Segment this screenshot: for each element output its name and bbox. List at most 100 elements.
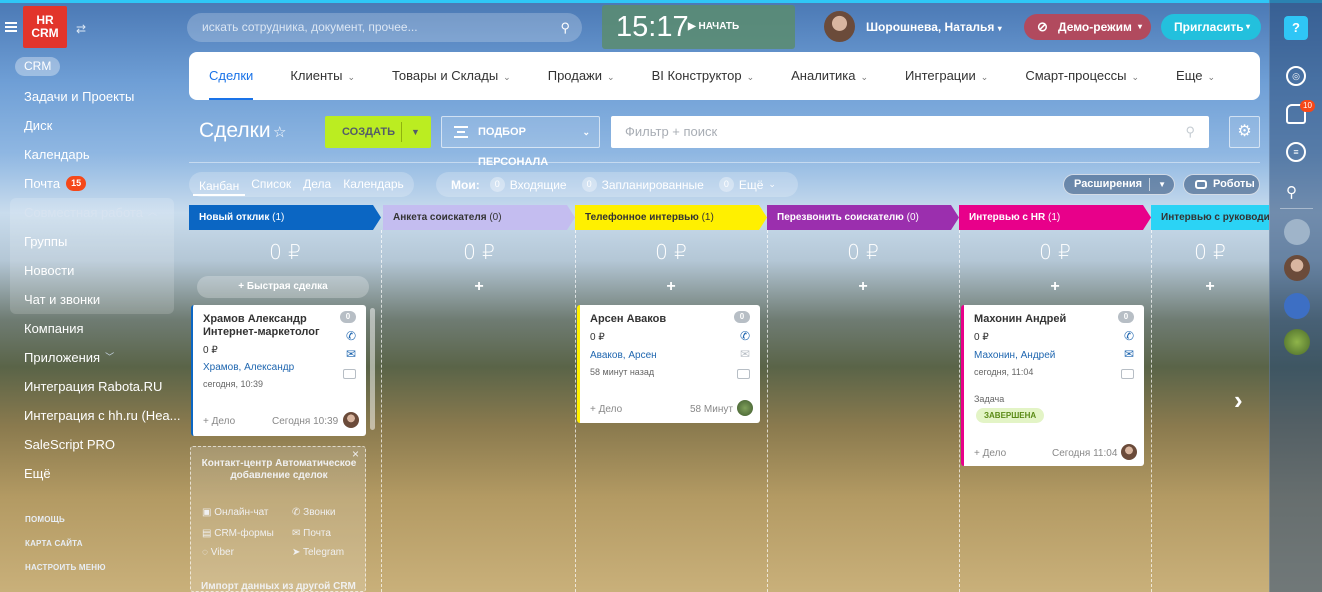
chat-icon[interactable] bbox=[737, 369, 750, 379]
tab-list[interactable]: Список bbox=[245, 172, 297, 197]
nav-bi[interactable]: BI Конструктор ⌄ bbox=[652, 52, 755, 100]
user-name[interactable]: Шорошнева, Наталья ▾ bbox=[866, 20, 1002, 34]
nav-clients[interactable]: Клиенты ⌄ bbox=[290, 52, 355, 100]
option-online-chat[interactable]: ▣ Онлайн-чат bbox=[202, 507, 269, 518]
responsible-avatar[interactable] bbox=[1121, 444, 1137, 460]
column-header[interactable]: Новый отклик (1) bbox=[189, 205, 381, 230]
tab-activities[interactable]: Дела bbox=[297, 172, 337, 197]
search-icon[interactable]: ⚲ bbox=[1185, 116, 1195, 148]
tab-calendar[interactable]: Календарь bbox=[337, 172, 410, 197]
sidebar-item-apps[interactable]: Приложения ﹀ bbox=[0, 343, 186, 372]
swap-icon[interactable]: ⇄ bbox=[76, 22, 86, 36]
mail-icon[interactable]: ✉ bbox=[740, 347, 750, 361]
contact-avatar-1[interactable] bbox=[1284, 219, 1310, 245]
import-link[interactable]: Импорт данных из другой CRM bbox=[201, 581, 356, 592]
sidebar-item-more[interactable]: Ещё bbox=[0, 459, 186, 488]
deal-card[interactable]: Храмов Александр Интернет-маркетолог 0 ✆… bbox=[191, 305, 366, 436]
nav-goods[interactable]: Товары и Склады ⌄ bbox=[392, 52, 511, 100]
column-header[interactable]: Интервью с руководи bbox=[1151, 205, 1269, 230]
nav-integrations[interactable]: Интеграции ⌄ bbox=[905, 52, 988, 100]
sidebar-item-news[interactable]: Новости bbox=[10, 256, 174, 285]
sidebar-item-tasks[interactable]: Задачи и Проекты bbox=[0, 82, 186, 111]
add-deal-plus-icon[interactable]: + bbox=[1151, 278, 1269, 296]
responsible-avatar[interactable] bbox=[343, 412, 359, 428]
option-crm-forms[interactable]: ▤ CRM-формы bbox=[202, 528, 274, 539]
chat-icon[interactable] bbox=[343, 369, 356, 379]
settings-gear-icon[interactable]: ⚙ bbox=[1229, 116, 1260, 148]
add-deal-plus-icon[interactable]: + bbox=[575, 278, 767, 296]
deal-card[interactable]: Махонин Андрей 0 ✆ ✉ 0 ₽ Махонин, Андрей… bbox=[961, 305, 1144, 466]
option-viber[interactable]: ◌ Viber bbox=[202, 547, 234, 558]
filter-search-input[interactable]: Фильтр + поиск ⚲ bbox=[611, 116, 1209, 148]
column-header[interactable]: Перезвонить соискателю (0) bbox=[767, 205, 959, 230]
create-button[interactable]: СОЗДАТЬ ▼ bbox=[325, 116, 431, 148]
invite-button[interactable]: Пригласить ▾ bbox=[1161, 14, 1261, 40]
deal-title[interactable]: Махонин Андрей bbox=[974, 313, 1066, 326]
column-header[interactable]: Анкета соискателя (0) bbox=[383, 205, 575, 230]
phone-icon[interactable]: ✆ bbox=[1124, 329, 1134, 343]
help-link[interactable]: ПОМОЩЬ bbox=[25, 515, 65, 524]
add-deal-plus-icon[interactable]: + bbox=[767, 278, 959, 296]
sitemap-link[interactable]: КАРТА САЙТА bbox=[25, 539, 83, 548]
nav-sales[interactable]: Продажи ⌄ bbox=[548, 52, 615, 100]
stream-icon[interactable]: ◎ bbox=[1286, 66, 1306, 86]
help-icon[interactable]: ? bbox=[1284, 16, 1308, 40]
counter-more[interactable]: 0 Ещё ⌄ bbox=[718, 177, 776, 192]
sidebar-group-header[interactable]: Совместная работа ︿ bbox=[10, 198, 174, 227]
global-search-input[interactable]: искать сотрудника, документ, прочее... ⚲ bbox=[187, 13, 582, 42]
add-activity-link[interactable]: + Дело bbox=[590, 404, 622, 415]
demo-mode-button[interactable]: ⊘ Демо-режим ▾ bbox=[1024, 14, 1151, 40]
deal-contact-link[interactable]: Храмов, Александр bbox=[203, 362, 294, 373]
chat-icon[interactable] bbox=[1121, 369, 1134, 379]
search-icon[interactable]: ⚲ bbox=[560, 13, 570, 42]
add-deal-plus-icon[interactable]: + bbox=[959, 278, 1151, 296]
responsible-avatar[interactable] bbox=[737, 400, 753, 416]
quick-deal-button[interactable]: + Быстрая сделка bbox=[197, 276, 369, 298]
worktime-widget[interactable]: 15:17 ▶ НАЧАТЬ bbox=[602, 5, 795, 49]
add-deal-plus-icon[interactable]: + bbox=[383, 278, 575, 296]
sidebar-item-disk[interactable]: Диск bbox=[0, 111, 186, 140]
tab-kanban[interactable]: Канбан bbox=[193, 174, 246, 196]
company-logo[interactable]: HR CRM bbox=[23, 6, 67, 48]
chat-icon[interactable]: ≡ bbox=[1286, 142, 1306, 162]
user-avatar[interactable] bbox=[824, 11, 855, 42]
contact-avatar-3[interactable] bbox=[1284, 329, 1310, 355]
counter-incoming[interactable]: 0 Входящие bbox=[489, 177, 567, 192]
extensions-button[interactable]: Расширения ▼ bbox=[1063, 174, 1175, 195]
sidebar-item-salescript[interactable]: SaleScript PRO bbox=[0, 430, 186, 459]
column-header[interactable]: Телефонное интервью (1) bbox=[575, 205, 767, 230]
robots-button[interactable]: Роботы bbox=[1183, 174, 1260, 195]
option-telegram[interactable]: ➤ Telegram bbox=[292, 547, 344, 558]
nav-analytics[interactable]: Аналитика ⌄ bbox=[791, 52, 868, 100]
category-select[interactable]: ПОДБОР ПЕРСОНАЛА ⌄ bbox=[441, 116, 600, 168]
nav-smart[interactable]: Смарт-процессы ⌄ bbox=[1025, 52, 1139, 100]
sidebar-item-mail[interactable]: Почта 15 bbox=[0, 169, 186, 198]
sidebar-item-groups[interactable]: Группы bbox=[10, 227, 174, 256]
sidebar-item-calendar[interactable]: Календарь bbox=[0, 140, 186, 169]
nav-more[interactable]: Еще ⌄ bbox=[1176, 52, 1215, 100]
deal-title[interactable]: Арсен Аваков bbox=[590, 313, 666, 326]
phone-icon[interactable]: ✆ bbox=[346, 329, 356, 343]
deal-title[interactable]: Храмов Александр Интернет-маркетолог bbox=[203, 313, 333, 339]
add-activity-link[interactable]: + Дело bbox=[974, 448, 1006, 459]
mail-icon[interactable]: ✉ bbox=[1124, 347, 1134, 361]
option-calls[interactable]: ✆ Звонки bbox=[292, 507, 335, 518]
chevron-right-icon[interactable]: › bbox=[1234, 385, 1243, 416]
add-activity-link[interactable]: + Дело bbox=[203, 416, 235, 427]
option-mail[interactable]: ✉ Почта bbox=[292, 528, 331, 539]
crm-menu-item[interactable]: CRM bbox=[15, 57, 61, 76]
sidebar-item-rabota[interactable]: Интеграция Rabota.RU bbox=[0, 372, 186, 401]
start-workday-button[interactable]: ▶ НАЧАТЬ bbox=[688, 21, 739, 32]
counter-planned[interactable]: 0 Запланированные bbox=[581, 177, 704, 192]
deal-contact-link[interactable]: Аваков, Арсен bbox=[590, 350, 657, 361]
column-scrollbar[interactable] bbox=[370, 308, 375, 430]
nav-deals[interactable]: Сделки bbox=[209, 52, 254, 100]
deal-contact-link[interactable]: Махонин, Андрей bbox=[974, 350, 1055, 361]
configure-menu-link[interactable]: НАСТРОИТЬ МЕНЮ bbox=[25, 563, 106, 572]
star-icon[interactable]: ☆ bbox=[273, 123, 286, 141]
phone-icon[interactable]: ✆ bbox=[740, 329, 750, 343]
sidebar-item-hh[interactable]: Интеграция с hh.ru (Hea... bbox=[0, 401, 186, 430]
group-chat-icon[interactable] bbox=[1284, 293, 1310, 319]
mail-icon[interactable]: ✉ bbox=[346, 347, 356, 361]
sidebar-item-chat[interactable]: Чат и звонки bbox=[10, 285, 174, 314]
